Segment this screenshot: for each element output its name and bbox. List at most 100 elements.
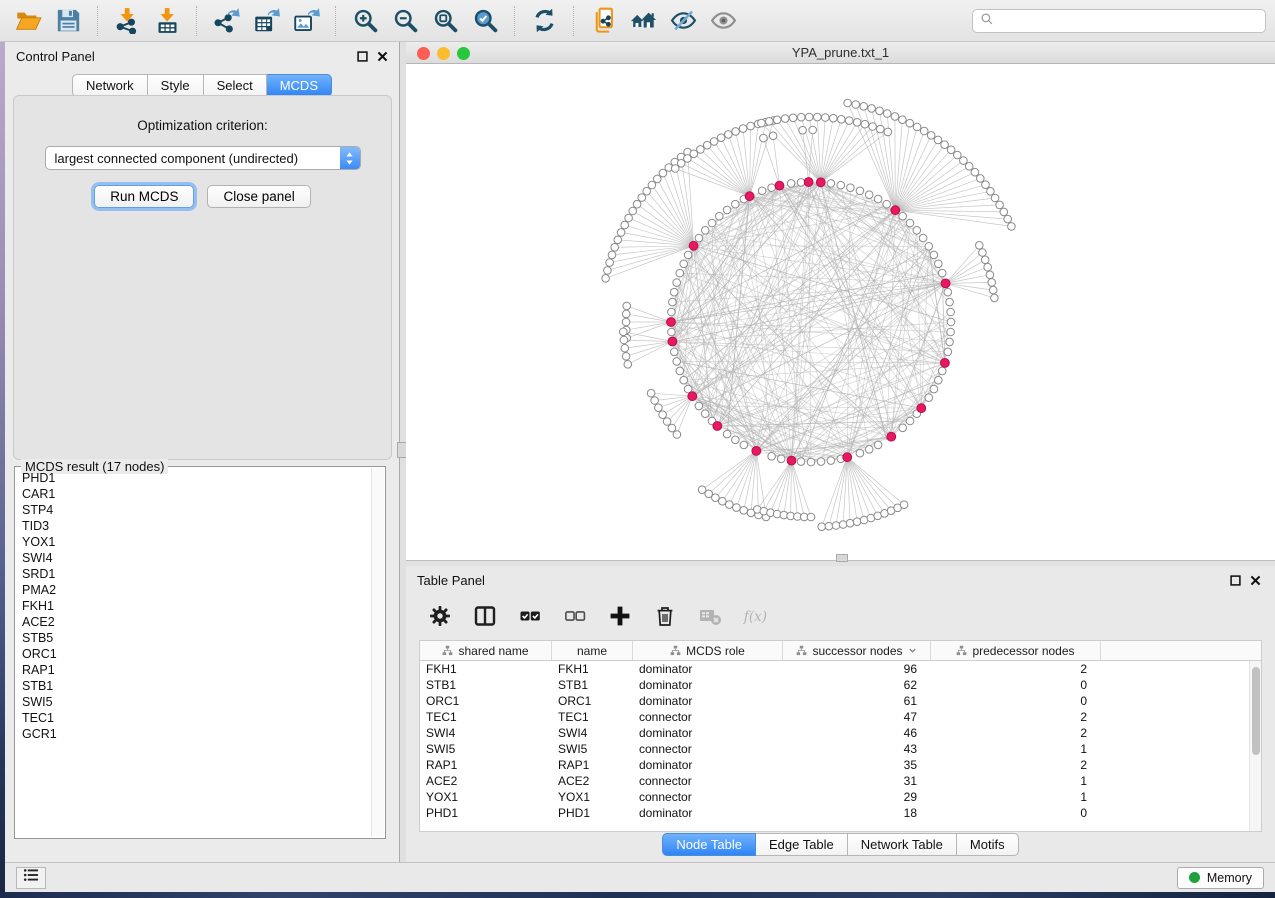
function-builder-icon: f(x) (743, 604, 767, 628)
open-session-icon[interactable] (10, 4, 46, 38)
main-toolbar (0, 0, 1275, 42)
column-header-name[interactable]: name (552, 641, 633, 660)
hide-panels-icon[interactable] (665, 4, 701, 38)
mcds-node-item[interactable]: YOX1 (22, 534, 371, 550)
developer-log-button[interactable] (16, 867, 46, 889)
export-network-icon[interactable] (208, 4, 244, 38)
table-row[interactable]: TEC1TEC1connector472 (420, 709, 1261, 725)
memory-button[interactable]: Memory (1177, 867, 1264, 889)
table-row[interactable]: RAP1RAP1dominator352 (420, 757, 1261, 773)
toolbar-separator (97, 6, 98, 36)
optimization-criterion-select[interactable]: largest connected component (undirected) (45, 146, 361, 170)
network-canvas[interactable] (406, 64, 1275, 559)
export-table-icon[interactable] (248, 4, 284, 38)
tab-network-table[interactable]: Network Table (848, 833, 957, 856)
mcds-node-item[interactable]: ORC1 (22, 646, 371, 662)
node-table: shared namenameMCDS rolesuccessor nodesp… (419, 640, 1262, 832)
table-row[interactable]: PHD1PHD1dominator180 (420, 805, 1261, 821)
export-image-icon[interactable] (288, 4, 324, 38)
mcds-node-item[interactable]: ACE2 (22, 614, 371, 630)
float-panel-icon[interactable] (357, 51, 368, 62)
tab-motifs[interactable]: Motifs (957, 833, 1019, 856)
unselect-all-columns-icon[interactable] (563, 604, 587, 628)
zoom-fit-icon[interactable] (427, 4, 463, 38)
tab-edge-table[interactable]: Edge Table (756, 833, 848, 856)
search-input[interactable] (999, 14, 1258, 28)
mcds-node-item[interactable]: STP4 (22, 502, 371, 518)
zoom-window-button[interactable] (457, 47, 470, 60)
application-window: Control Panel NetworkStyleSelectMCDS Opt… (0, 0, 1275, 898)
select-all-columns-icon[interactable] (518, 604, 542, 628)
cell-successor-nodes: 35 (783, 758, 931, 772)
minimize-window-button[interactable] (437, 47, 450, 60)
mcds-result-scrollbar[interactable] (371, 468, 384, 837)
tab-mcds[interactable]: MCDS (267, 74, 332, 97)
clone-network-icon[interactable] (585, 4, 621, 38)
close-panel-button[interactable]: Close panel (207, 185, 310, 208)
table-row[interactable]: SWI4SWI4dominator462 (420, 725, 1261, 741)
table-scrollbar[interactable] (1249, 661, 1261, 831)
import-network-icon[interactable] (109, 4, 145, 38)
mcds-node-item[interactable]: GCR1 (22, 726, 371, 742)
tab-node-table[interactable]: Node Table (662, 833, 756, 856)
show-hidden-icon[interactable] (705, 4, 741, 38)
toolbar-separator (514, 6, 515, 36)
cybrowser-home-icon[interactable] (625, 4, 661, 38)
table-row[interactable]: ACE2ACE2connector311 (420, 773, 1261, 789)
table-row[interactable]: STB1STB1dominator620 (420, 677, 1261, 693)
cell-mcds-role: connector (633, 710, 783, 724)
refresh-network-icon[interactable] (526, 4, 562, 38)
column-header-successor-nodes[interactable]: successor nodes (783, 641, 931, 660)
column-header-shared-name[interactable]: shared name (420, 641, 552, 660)
show-columns-icon[interactable] (473, 604, 497, 628)
tab-network[interactable]: Network (72, 74, 148, 97)
cell-shared-name: ORC1 (420, 694, 552, 708)
close-window-button[interactable] (417, 47, 430, 60)
cell-mcds-role: dominator (633, 758, 783, 772)
cell-predecessor-nodes: 1 (931, 774, 1101, 788)
zoom-out-icon[interactable] (387, 4, 423, 38)
table-scrollbar-thumb[interactable] (1252, 667, 1260, 755)
mcds-node-item[interactable]: PMA2 (22, 582, 371, 598)
cell-name: ORC1 (552, 694, 633, 708)
table-row[interactable]: FKH1FKH1dominator962 (420, 661, 1261, 677)
control-panel: Control Panel NetworkStyleSelectMCDS Opt… (5, 42, 400, 862)
mcds-node-item[interactable]: FKH1 (22, 598, 371, 614)
float-panel-icon[interactable] (1230, 575, 1241, 586)
close-panel-icon[interactable] (377, 51, 388, 62)
table-panel-header: Table Panel (406, 566, 1275, 594)
mcds-node-item[interactable]: SWI4 (22, 550, 371, 566)
save-session-icon[interactable] (50, 4, 86, 38)
close-panel-icon[interactable] (1250, 575, 1261, 586)
mcds-node-item[interactable]: STB1 (22, 678, 371, 694)
desktop-wallpaper-strip-bottom (0, 892, 1275, 898)
mcds-node-item[interactable]: STB5 (22, 630, 371, 646)
zoom-selected-icon[interactable] (467, 4, 503, 38)
zoom-in-icon[interactable] (347, 4, 383, 38)
table-row[interactable]: SWI5SWI5connector431 (420, 741, 1261, 757)
mcds-node-item[interactable]: RAP1 (22, 662, 371, 678)
tab-style[interactable]: Style (148, 74, 204, 97)
column-header-predecessor-nodes[interactable]: predecessor nodes (931, 641, 1101, 660)
delete-column-icon[interactable] (653, 604, 677, 628)
table-row[interactable]: YOX1YOX1connector291 (420, 789, 1261, 805)
mcds-node-item[interactable]: CAR1 (22, 486, 371, 502)
cell-successor-nodes: 47 (783, 710, 931, 724)
mcds-node-item[interactable]: SWI5 (22, 694, 371, 710)
run-mcds-button[interactable]: Run MCDS (94, 185, 194, 208)
import-table-icon[interactable] (149, 4, 185, 38)
horizontal-splitter-grip[interactable] (836, 554, 848, 562)
svg-text:f(x): f(x) (743, 609, 767, 625)
mcds-node-item[interactable]: PHD1 (22, 470, 371, 486)
memory-status-icon (1189, 872, 1200, 883)
mcds-node-item[interactable]: TEC1 (22, 710, 371, 726)
table-body: FKH1FKH1dominator962STB1STB1dominator620… (420, 661, 1261, 821)
table-options-gear-icon[interactable] (428, 604, 452, 628)
mcds-node-item[interactable]: SRD1 (22, 566, 371, 582)
tab-select[interactable]: Select (204, 74, 267, 97)
table-row[interactable]: ORC1ORC1dominator610 (420, 693, 1261, 709)
network-window-titlebar[interactable]: YPA_prune.txt_1 (406, 42, 1275, 64)
mcds-node-item[interactable]: TID3 (22, 518, 371, 534)
create-column-icon[interactable] (608, 604, 632, 628)
column-header-mcds-role[interactable]: MCDS role (633, 641, 783, 660)
